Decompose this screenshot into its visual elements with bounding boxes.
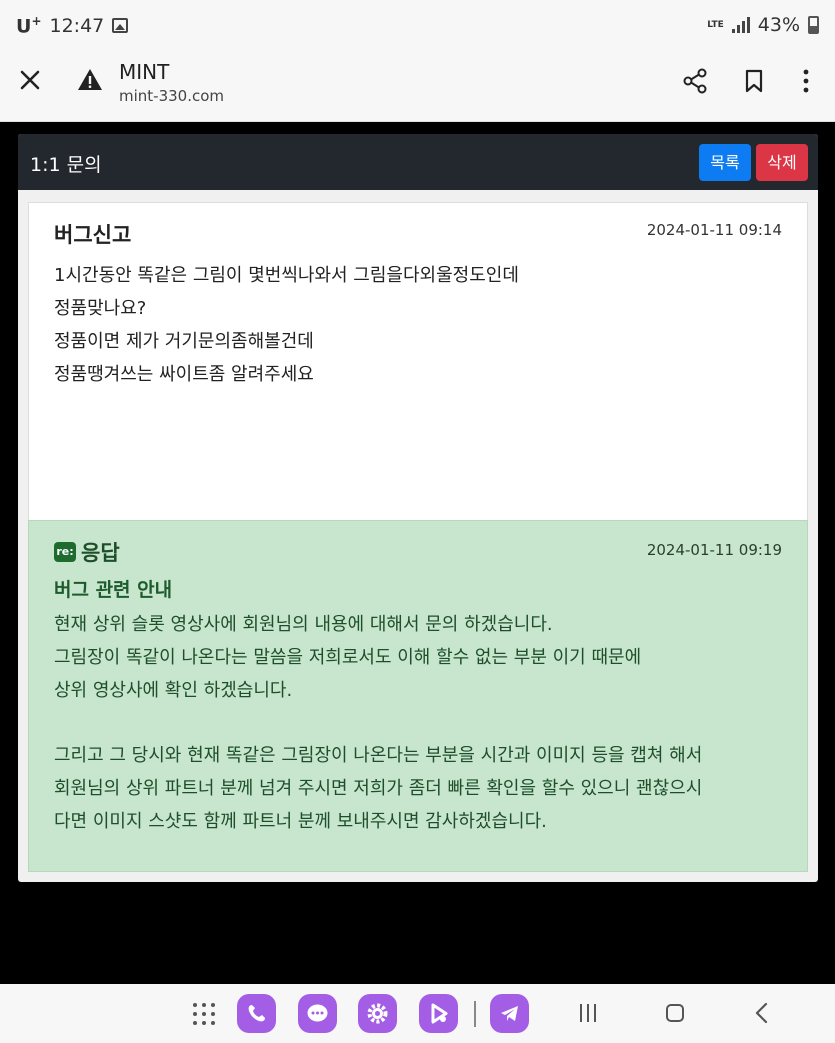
battery-percent: 43% bbox=[757, 14, 800, 36]
dock-divider bbox=[474, 1001, 476, 1027]
answer-line: 그림장이 똑같이 나온다는 말씀을 저희로서도 이해 할수 없는 부분 이기 때… bbox=[54, 647, 642, 668]
answer-body: 현재 상위 슬롯 영상사에 회원님의 내용에 대해서 문의 하겠습니다. 그림장… bbox=[54, 608, 794, 838]
site-url[interactable]: mint-330.com bbox=[119, 87, 224, 105]
phone-app-icon[interactable] bbox=[237, 994, 276, 1033]
page-content: 1:1 문의 목록 삭제 버그신고 2024-01-11 09:14 1시간동안… bbox=[0, 122, 835, 984]
answer-card: re: 응답 2024-01-11 09:19 버그 관련 안내 현재 상위 슬… bbox=[28, 520, 808, 872]
messages-app-icon[interactable] bbox=[298, 994, 337, 1033]
status-bar: U+ 12:47 LTE 43% bbox=[0, 0, 835, 52]
status-right: LTE 43% bbox=[707, 14, 819, 36]
site-title: MINT bbox=[119, 60, 170, 84]
carrier-label: U+ bbox=[16, 14, 42, 38]
close-icon[interactable] bbox=[18, 68, 42, 92]
signal-icon bbox=[731, 17, 750, 33]
delete-button[interactable]: 삭제 bbox=[756, 144, 808, 181]
question-title: 버그신고 bbox=[54, 223, 132, 247]
list-button[interactable]: 목록 bbox=[699, 144, 751, 181]
question-line: 1시간동안 똑같은 그림이 몇번씩나와서 그림을다외울정도인데 bbox=[54, 265, 519, 286]
clock: 12:47 bbox=[49, 14, 105, 37]
answer-date: 2024-01-11 09:19 bbox=[646, 541, 782, 559]
share-icon[interactable] bbox=[682, 68, 708, 94]
answer-line: 그리고 그 당시와 현재 똑같은 그림장이 나온다는 부분을 시간과 이미지 등… bbox=[54, 745, 703, 766]
panel-header: 1:1 문의 목록 삭제 bbox=[18, 134, 818, 190]
question-line: 정품이면 제가 거기문의좀해볼건데 bbox=[54, 331, 314, 352]
question-card: 버그신고 2024-01-11 09:14 1시간동안 똑같은 그림이 몇번씩나… bbox=[28, 202, 808, 520]
question-date: 2024-01-11 09:14 bbox=[646, 221, 782, 239]
lte-icon: LTE bbox=[707, 19, 724, 30]
media-app-icon[interactable] bbox=[419, 994, 458, 1033]
question-line: 정품땡겨쓰는 싸이트좀 알려주세요 bbox=[54, 364, 314, 385]
reply-icon: re: bbox=[54, 542, 76, 562]
answer-line: 상위 영상사에 확인 하겠습니다. bbox=[54, 680, 293, 701]
question-body: 1시간동안 똑같은 그림이 몇번씩나와서 그림을다외울정도인데 정품맞나요? 정… bbox=[54, 259, 519, 391]
gallery-notification-icon bbox=[112, 18, 129, 34]
panel-title: 1:1 문의 bbox=[30, 154, 102, 176]
back-icon[interactable] bbox=[752, 1002, 772, 1024]
answer-label: 응답 bbox=[81, 541, 120, 565]
more-menu-icon[interactable] bbox=[796, 68, 816, 94]
answer-title: 버그 관련 안내 bbox=[54, 579, 173, 601]
navigation-bar bbox=[0, 984, 835, 1043]
answer-line: 현재 상위 슬롯 영상사에 회원님의 내용에 대해서 문의 하겠습니다. bbox=[54, 614, 553, 635]
browser-toolbar: MINT mint-330.com bbox=[0, 52, 835, 122]
settings-app-icon[interactable] bbox=[358, 994, 397, 1033]
recent-apps-icon[interactable] bbox=[580, 1004, 600, 1024]
answer-line: 회원님의 상위 파트너 분께 넘겨 주시면 저희가 좀더 빠른 확인을 할수 있… bbox=[54, 778, 703, 799]
app-drawer-icon[interactable] bbox=[193, 1003, 215, 1025]
status-left: U+ 12:47 bbox=[16, 14, 129, 38]
telegram-app-icon[interactable] bbox=[490, 994, 529, 1033]
battery-icon bbox=[808, 16, 819, 34]
warning-icon[interactable] bbox=[77, 67, 103, 93]
question-line: 정품맞나요? bbox=[54, 298, 147, 319]
answer-line: 다면 이미지 스샷도 함께 파트너 분께 보내주시면 감사하겠습니다. bbox=[54, 811, 547, 832]
bookmark-icon[interactable] bbox=[742, 68, 766, 94]
home-icon[interactable] bbox=[666, 1004, 684, 1022]
inquiry-panel: 1:1 문의 목록 삭제 버그신고 2024-01-11 09:14 1시간동안… bbox=[18, 134, 818, 882]
